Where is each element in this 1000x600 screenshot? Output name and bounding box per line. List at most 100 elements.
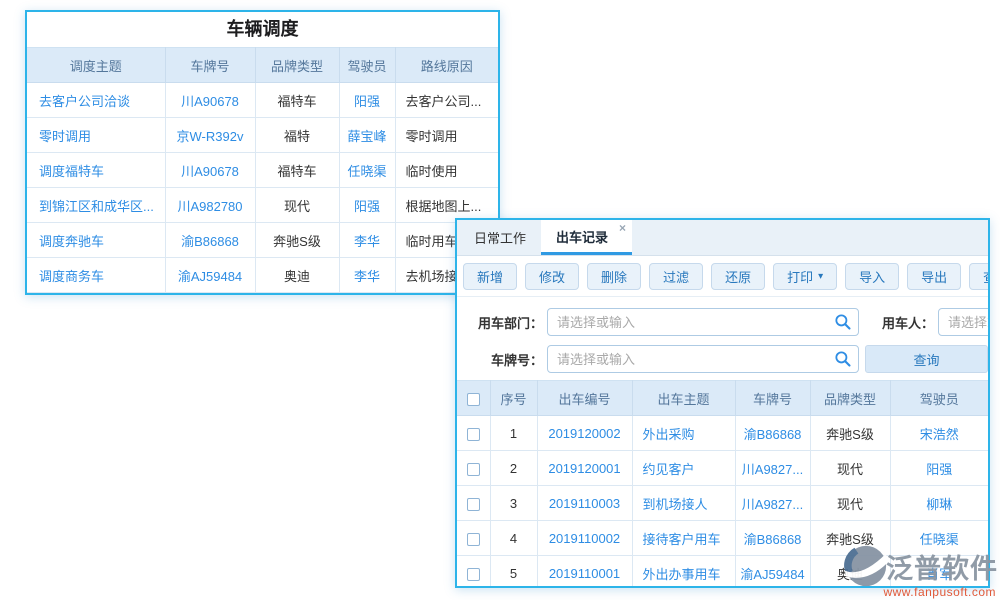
tab-trip-records[interactable]: 出车记录× (541, 220, 632, 255)
watermark-brand-text: 泛普软件 (886, 547, 998, 586)
print-button[interactable]: 打印▾ (773, 263, 837, 290)
cell[interactable]: 2019110001 (537, 556, 632, 589)
column-header: 车牌号 (735, 381, 810, 416)
cell[interactable]: 去客户公司洽谈 (27, 83, 165, 118)
tab-daily-work[interactable]: 日常工作 (459, 220, 541, 255)
add-button[interactable]: 新增 (463, 263, 517, 290)
cell[interactable]: 接待客户用车 (632, 521, 735, 556)
cell[interactable]: 到机场接人 (632, 486, 735, 521)
filter-row-1: 用车部门： 用车人： (457, 307, 988, 337)
cell[interactable]: 零时调用 (27, 118, 165, 153)
cell[interactable]: 川A9827... (735, 451, 810, 486)
user-label: 用车人： (882, 313, 934, 332)
button-label: 新增 (477, 267, 503, 286)
cell: 福特 (255, 118, 339, 153)
dispatch-table-header-row: 调度主题车牌号品牌类型驾驶员路线原因 (27, 48, 498, 83)
select-all-header-cell (457, 381, 490, 416)
table-row: 调度商务车渝AJ59484奥迪李华去机场接 (27, 258, 498, 293)
row-checkbox[interactable] (467, 428, 480, 441)
cell[interactable]: 约见客户 (632, 451, 735, 486)
cell[interactable]: 渝B86868 (735, 521, 810, 556)
cell[interactable]: 到锦江区和成华区... (27, 188, 165, 223)
dept-input[interactable] (547, 308, 859, 336)
user-input[interactable] (938, 308, 990, 336)
cell[interactable]: 京W-R392v (165, 118, 255, 153)
cell[interactable]: 2019110003 (537, 486, 632, 521)
cell: 3 (490, 486, 537, 521)
cell: 福特车 (255, 153, 339, 188)
cell[interactable]: 2019110002 (537, 521, 632, 556)
cell: 奔驰S级 (255, 223, 339, 258)
cell: 零时调用 (395, 118, 498, 153)
cell: 2 (490, 451, 537, 486)
view-log-button[interactable]: 查看日志 (969, 263, 990, 290)
cell[interactable]: 调度奔驰车 (27, 223, 165, 258)
restore-button[interactable]: 还原 (711, 263, 765, 290)
delete-button[interactable]: 删除 (587, 263, 641, 290)
cell[interactable]: 川A9827... (735, 486, 810, 521)
cell[interactable]: 川A90678 (165, 83, 255, 118)
button-label: 还原 (725, 267, 751, 286)
query-button[interactable]: 查询 (865, 345, 988, 373)
filter-button[interactable]: 过滤 (649, 263, 703, 290)
search-icon[interactable] (834, 313, 852, 331)
cell[interactable]: 川A90678 (165, 153, 255, 188)
button-label: 导入 (859, 267, 885, 286)
cell[interactable]: 外出采购 (632, 416, 735, 451)
cell[interactable]: 柳琳 (890, 486, 988, 521)
import-button[interactable]: 导入 (845, 263, 899, 290)
checkbox-cell (457, 451, 490, 486)
cell[interactable]: 阳强 (339, 83, 395, 118)
row-checkbox[interactable] (467, 463, 480, 476)
button-label: 过滤 (663, 267, 689, 286)
table-row: 12019120002外出采购渝B86868奔驰S级宋浩然 (457, 416, 988, 451)
cell[interactable]: 李华 (339, 223, 395, 258)
table-row: 调度奔驰车渝B86868奔驰S级李华临时用车 (27, 223, 498, 258)
button-label: 删除 (601, 267, 627, 286)
cell[interactable]: 薛宝峰 (339, 118, 395, 153)
plate-input[interactable] (547, 345, 859, 373)
cell[interactable]: 渝AJ59484 (735, 556, 810, 589)
cell: 4 (490, 521, 537, 556)
column-header: 驾驶员 (890, 381, 988, 416)
checkbox-cell (457, 486, 490, 521)
tab-bar: 日常工作出车记录× (457, 220, 988, 256)
table-row: 去客户公司洽谈川A90678福特车阳强去客户公司... (27, 83, 498, 118)
cell[interactable]: 2019120001 (537, 451, 632, 486)
edit-button[interactable]: 修改 (525, 263, 579, 290)
cell[interactable]: 阳强 (890, 451, 988, 486)
column-header: 序号 (490, 381, 537, 416)
cell[interactable]: 渝B86868 (735, 416, 810, 451)
cell: 现代 (810, 486, 890, 521)
row-checkbox[interactable] (467, 568, 480, 581)
cell[interactable]: 川A982780 (165, 188, 255, 223)
cell[interactable]: 调度福特车 (27, 153, 165, 188)
button-label: 修改 (539, 267, 565, 286)
cell: 5 (490, 556, 537, 589)
column-header: 出车编号 (537, 381, 632, 416)
cell[interactable]: 2019120002 (537, 416, 632, 451)
cell[interactable]: 阳强 (339, 188, 395, 223)
row-checkbox[interactable] (467, 533, 480, 546)
cell: 去客户公司... (395, 83, 498, 118)
dispatch-table: 调度主题车牌号品牌类型驾驶员路线原因 去客户公司洽谈川A90678福特车阳强去客… (27, 47, 498, 293)
table-row: 22019120001约见客户川A9827...现代阳强 (457, 451, 988, 486)
table-row: 调度福特车川A90678福特车任晓渠临时使用 (27, 153, 498, 188)
export-button[interactable]: 导出 (907, 263, 961, 290)
cell[interactable]: 调度商务车 (27, 258, 165, 293)
search-icon[interactable] (834, 350, 852, 368)
tab-label: 日常工作 (474, 228, 526, 247)
row-checkbox[interactable] (467, 498, 480, 511)
cell[interactable]: 李华 (339, 258, 395, 293)
cell[interactable]: 宋浩然 (890, 416, 988, 451)
select-all-checkbox[interactable] (467, 393, 480, 406)
fanpu-watermark: 泛普软件 www.fanpusoft.com (843, 543, 998, 599)
cell[interactable]: 渝AJ59484 (165, 258, 255, 293)
cell[interactable]: 渝B86868 (165, 223, 255, 258)
fanpu-logo-icon (843, 543, 889, 589)
button-label: 查看日志 (983, 267, 990, 286)
cell[interactable]: 外出办事用车 (632, 556, 735, 589)
cell: 奥迪 (255, 258, 339, 293)
cell[interactable]: 任晓渠 (339, 153, 395, 188)
tab-close-icon[interactable]: × (619, 222, 626, 234)
